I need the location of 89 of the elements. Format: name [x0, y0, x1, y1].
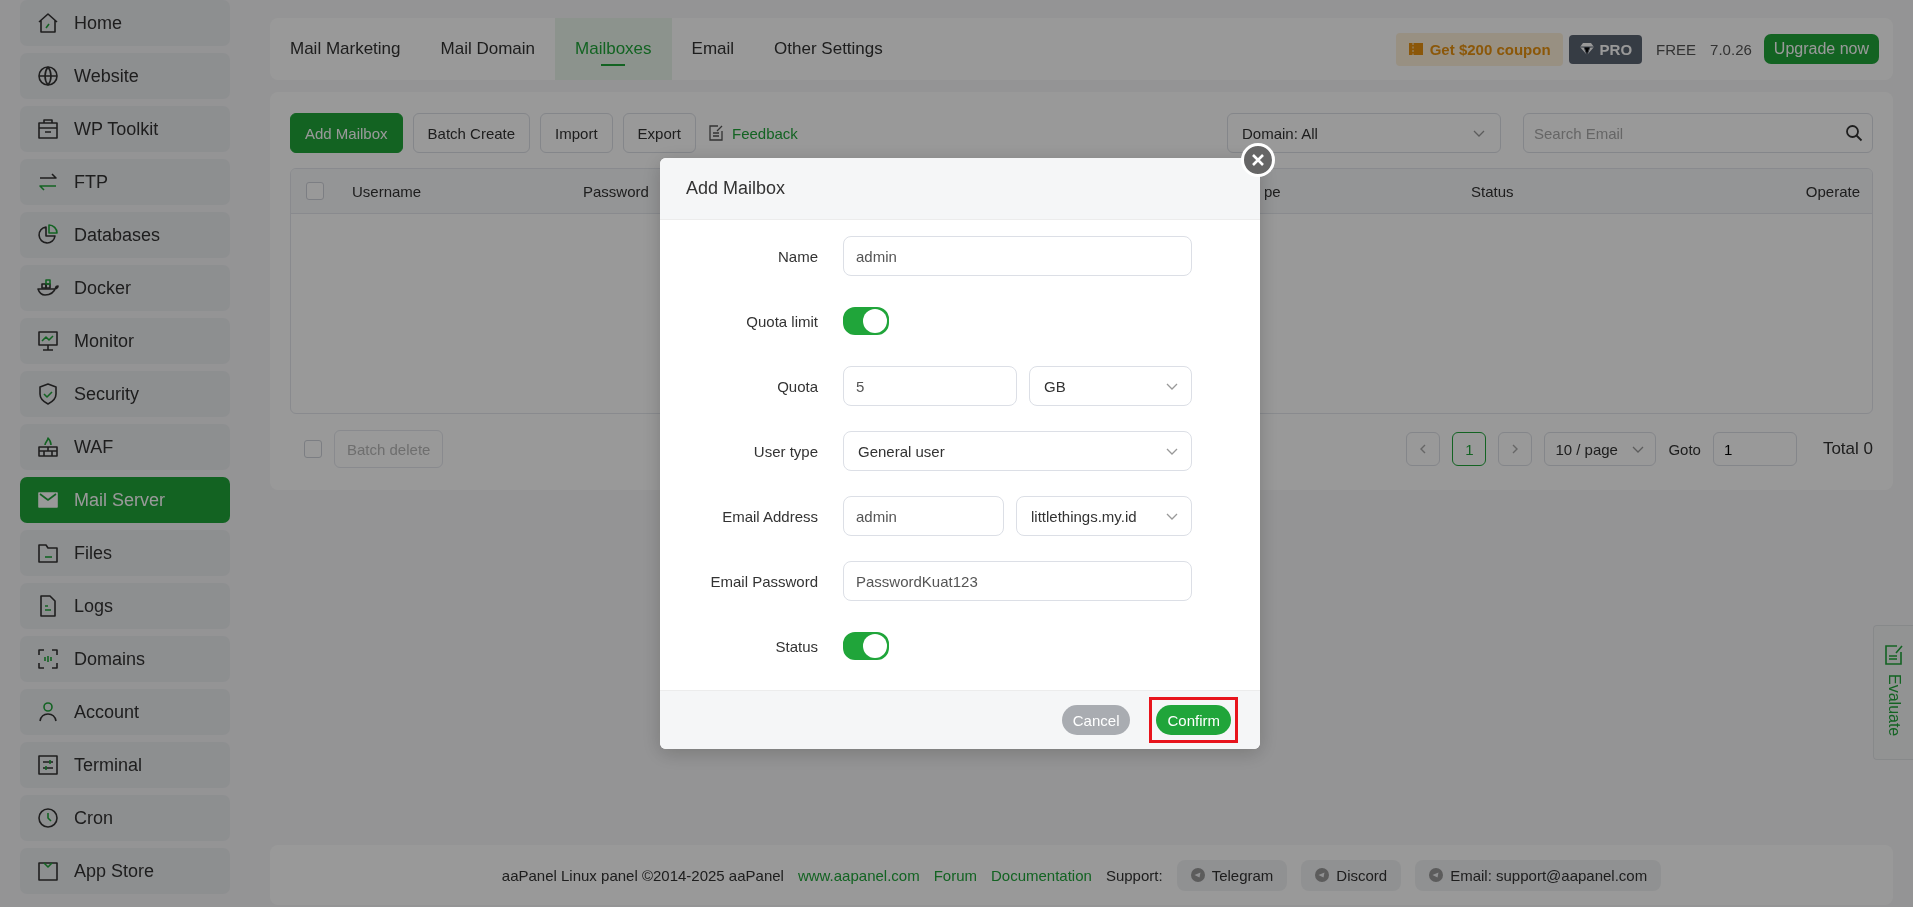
sidebar-item[interactable]: Terminal [20, 742, 230, 788]
sidebar-item[interactable]: Databases [20, 212, 230, 258]
note-icon [707, 125, 724, 141]
input-field[interactable]: PasswordKuat123 [843, 561, 1192, 601]
column-header: Username [352, 182, 422, 200]
toolbox-icon [36, 117, 60, 141]
folder-icon [36, 541, 60, 565]
page-size-select[interactable]: 10 / page [1544, 432, 1657, 466]
dialog-title: Add Mailbox [686, 178, 786, 199]
select-field[interactable]: General user [843, 431, 1192, 471]
column-header: Status [1471, 182, 1514, 200]
note-icon [1883, 644, 1904, 666]
sidebar-item[interactable]: Account [20, 689, 230, 735]
sidebar-item[interactable]: Logs [20, 583, 230, 629]
support-chip[interactable]: Email: support@aapanel.com [1415, 859, 1662, 891]
sidebar-item[interactable]: Mail Server [20, 477, 230, 523]
column-header: Operate [1805, 182, 1860, 200]
sidebar-item[interactable]: Website [20, 53, 230, 99]
tab[interactable]: Mail Marketing [270, 18, 421, 80]
diamond-icon [1578, 42, 1595, 56]
tab[interactable]: Other Settings [754, 18, 903, 80]
firewall-icon [36, 435, 60, 459]
copyright-text: aaPanel Linux panel ©2014-2025 aaPanel [501, 866, 784, 884]
field-label: Email Password [709, 572, 818, 590]
sidebar-item[interactable]: Domains [20, 636, 230, 682]
toolbar-button[interactable]: Add Mailbox [290, 113, 403, 153]
total-count: Total 0 [1822, 439, 1873, 459]
field-label: User type [752, 442, 818, 460]
support-label: Support: [1105, 866, 1163, 884]
close-icon [1251, 153, 1265, 167]
goto-field[interactable]: 1 [1712, 432, 1797, 466]
pie-chart-icon [36, 223, 60, 247]
toggle-switch[interactable] [843, 632, 889, 660]
home-icon [36, 11, 60, 35]
field-label: Status [774, 637, 818, 655]
sliders-icon [36, 753, 60, 777]
feedback-link[interactable]: Feedback [707, 124, 798, 142]
checkbox[interactable] [306, 182, 324, 200]
next-page-button[interactable] [1498, 432, 1533, 466]
goto-label: Goto [1668, 440, 1701, 458]
pro-badge[interactable]: PRO [1568, 34, 1643, 64]
sidebar-item[interactable]: WP Toolkit [20, 106, 230, 152]
ticket-icon [1407, 42, 1424, 56]
support-chip[interactable]: Discord [1301, 859, 1402, 891]
footer-link[interactable]: www.aapanel.com [797, 866, 920, 884]
support-chip[interactable]: Telegram [1176, 859, 1288, 891]
version-label: 7.0.26 [1710, 40, 1752, 58]
prev-page-button[interactable] [1406, 432, 1441, 466]
scan-frame-icon [36, 647, 60, 671]
confirm-button[interactable]: Confirm [1156, 705, 1231, 735]
domain-select[interactable]: littlethings.my.id [1016, 496, 1192, 536]
column-header: Password [583, 182, 649, 200]
column-header: pe [1264, 182, 1281, 200]
toolbar-button[interactable]: Export [622, 113, 696, 153]
toggle-switch[interactable] [843, 307, 889, 335]
input-field[interactable]: admin [843, 236, 1192, 276]
page-button[interactable]: 1 [1452, 432, 1487, 466]
store-icon [36, 859, 60, 883]
sidebar-item[interactable]: FTP [20, 159, 230, 205]
plan-label: FREE [1656, 40, 1697, 58]
toolbar-button[interactable]: Batch Create [412, 113, 531, 153]
globe-icon [36, 64, 60, 88]
sidebar-item[interactable]: Cron [20, 795, 230, 841]
unit-select[interactable]: GB [1029, 366, 1192, 406]
sidebar-item[interactable]: WAF [20, 424, 230, 470]
field-label: Name [777, 247, 818, 265]
sidebar-item[interactable]: Home [20, 0, 230, 46]
sidebar-item[interactable]: Docker [20, 265, 230, 311]
sidebar-item[interactable]: Files [20, 530, 230, 576]
field-label: Email Address [721, 507, 818, 525]
monitor-icon [36, 329, 60, 353]
footer-link[interactable]: Forum [933, 866, 977, 884]
toolbar-button[interactable]: Import [540, 113, 613, 153]
sidebar-item[interactable]: Monitor [20, 318, 230, 364]
sidebar-item[interactable]: App Store [20, 848, 230, 894]
upgrade-button[interactable]: Upgrade now [1763, 34, 1879, 64]
tab[interactable]: Email [671, 18, 755, 80]
input-field[interactable]: admin [843, 496, 1004, 536]
search-icon [1845, 124, 1863, 142]
user-icon [36, 700, 60, 724]
field-label: Quota limit [745, 312, 818, 330]
tab[interactable]: Mail Domain [420, 18, 556, 80]
field-label: Quota [776, 377, 818, 395]
sidebar-item[interactable]: Security [20, 371, 230, 417]
shield-icon [36, 382, 60, 406]
footer-link[interactable]: Documentation [991, 866, 1092, 884]
input-field[interactable]: 5 [843, 366, 1017, 406]
clock-icon [36, 806, 60, 830]
telegram-icon [1190, 868, 1205, 882]
